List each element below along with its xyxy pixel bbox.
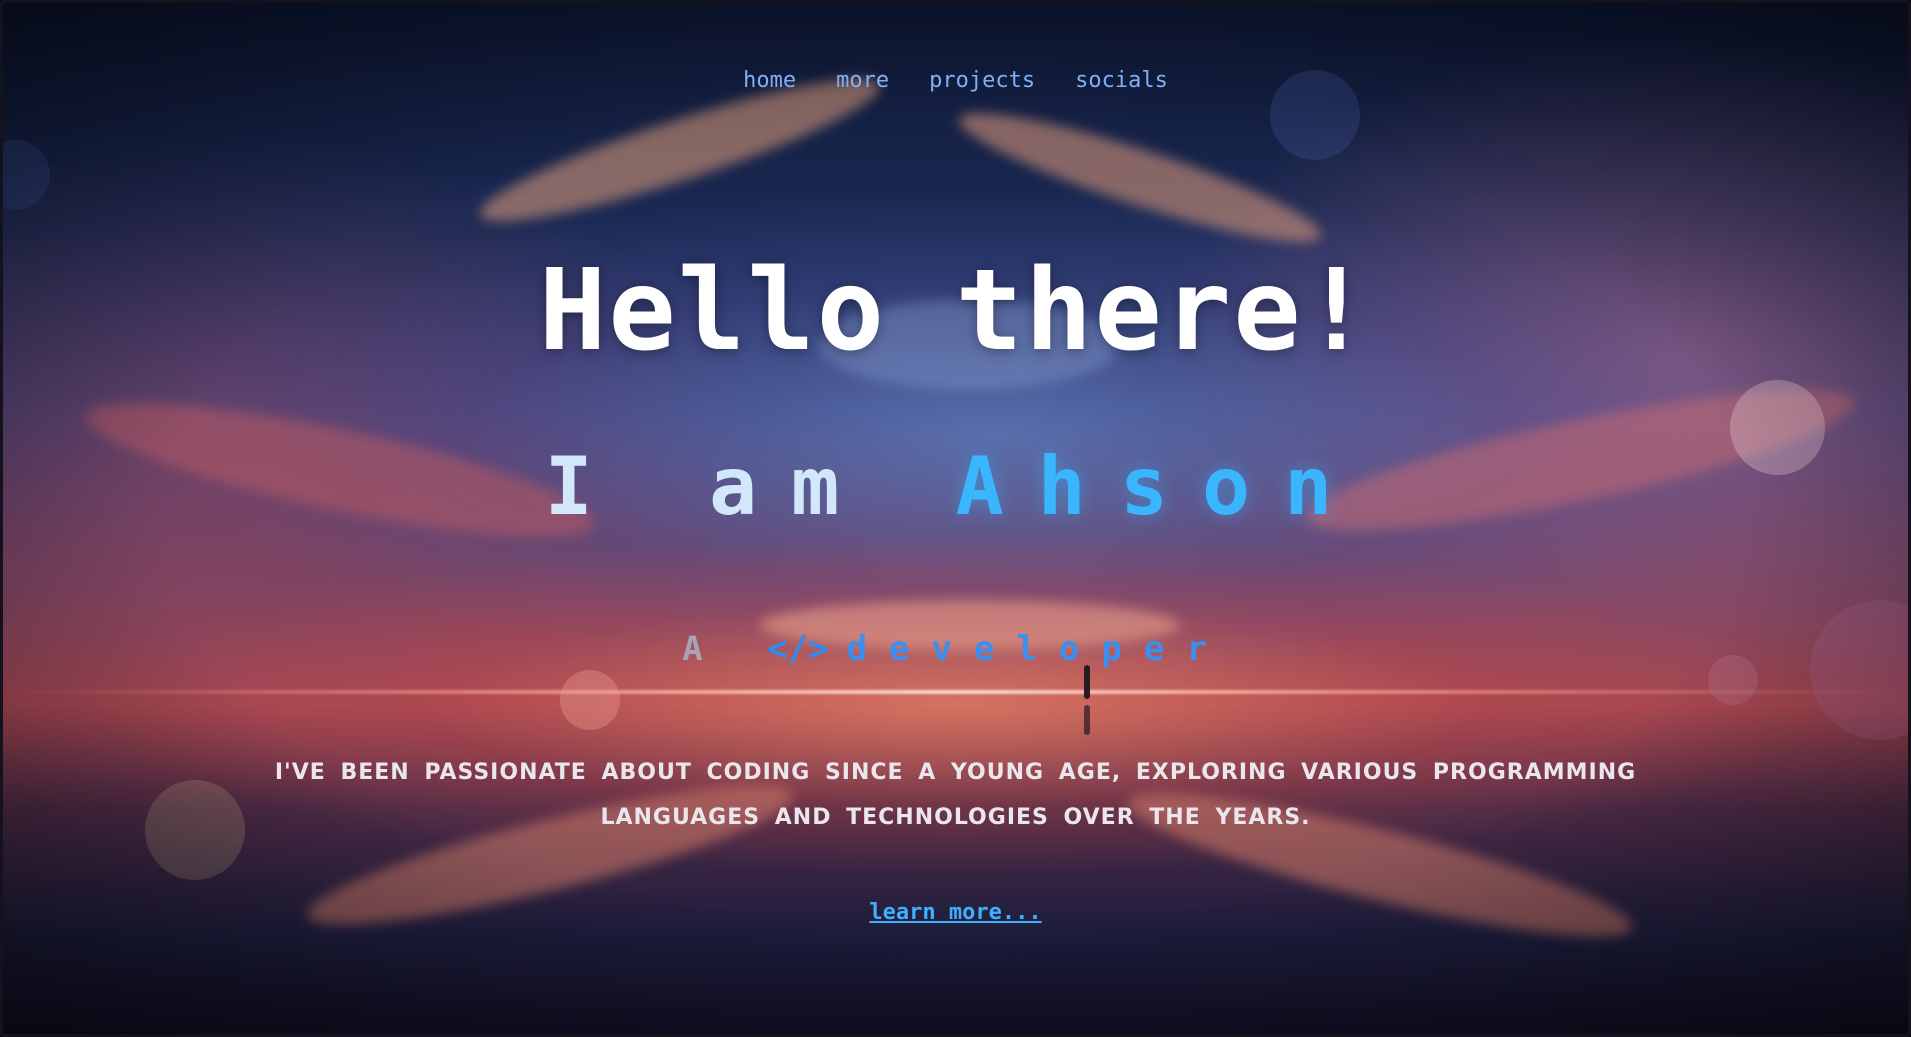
intro-name: Ahson [955,440,1367,533]
nav-link-projects[interactable]: projects [929,68,1035,93]
about-paragraph: I've been passionate about coding since … [274,760,1637,830]
top-nav: home more projects socials [0,68,1911,93]
role-line: A </> developer [0,632,1911,666]
code-icon: </> [767,629,829,669]
learn-more-container: learn more... [0,900,1911,925]
greeting-heading: Hello there! [538,246,1373,376]
role-article: A [682,629,725,669]
role-text: developer [846,629,1229,669]
nav-link-home[interactable]: home [743,68,796,93]
nav-link-more[interactable]: more [836,68,889,93]
page: home more projects socials Hello there! … [0,0,1911,1037]
nav-link-socials[interactable]: socials [1075,68,1168,93]
intro-heading: I am Ahson [0,447,1911,527]
learn-more-link[interactable]: learn more... [869,900,1041,925]
intro-prefix: I am [544,440,874,533]
